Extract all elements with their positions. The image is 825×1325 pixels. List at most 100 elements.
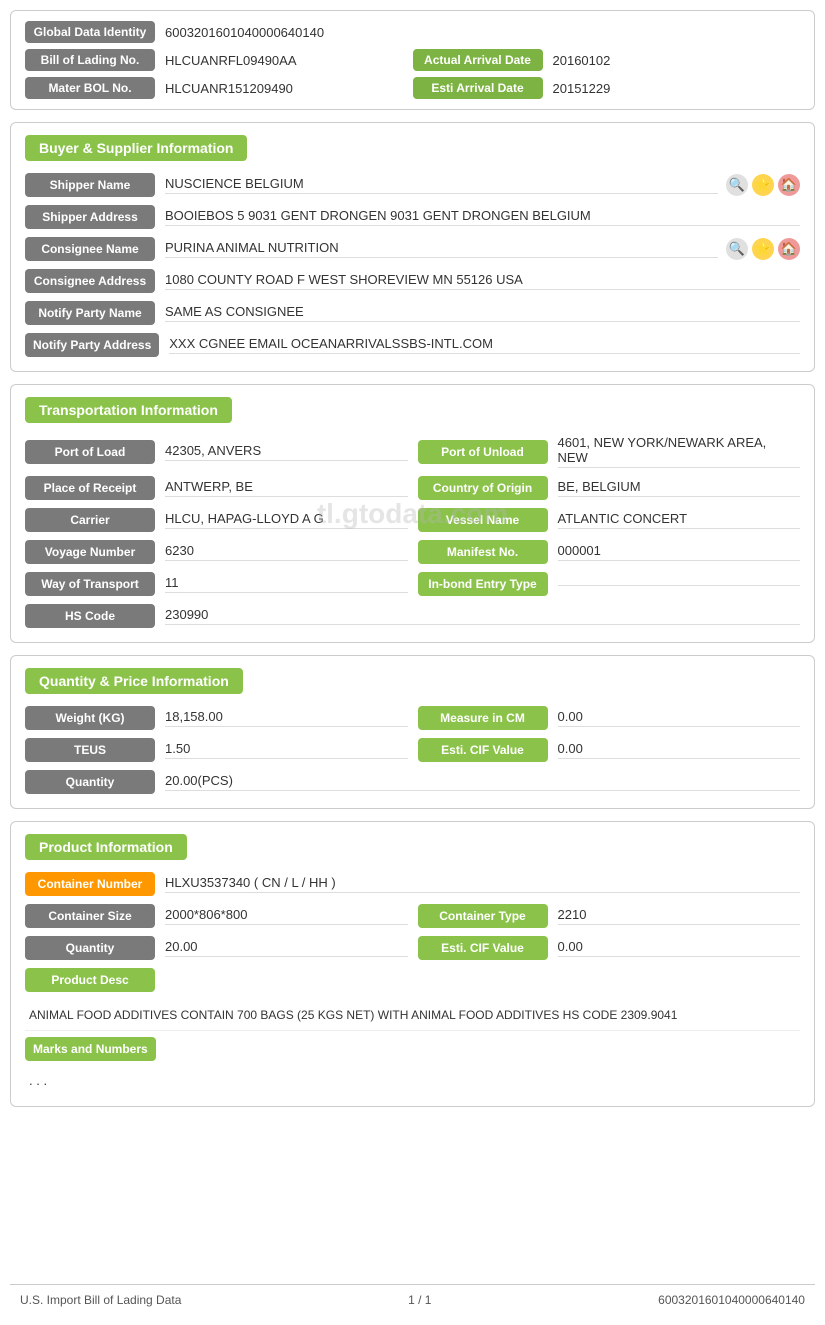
manifest-label: Manifest No. [418, 540, 548, 564]
container-size-label: Container Size [25, 904, 155, 928]
teus-col: TEUS 1.50 [25, 738, 408, 762]
hs-code-label: HS Code [25, 604, 155, 628]
product-qty-cif-row: Quantity 20.00 Esti. CIF Value 0.00 [25, 936, 800, 960]
mater-bol-value: HLCUANR151209490 [165, 81, 293, 96]
port-unload-col: Port of Unload 4601, NEW YORK/NEWARK ARE… [418, 435, 801, 468]
measure-value: 0.00 [558, 709, 801, 727]
way-inbond-row: Way of Transport 11 In-bond Entry Type [25, 572, 800, 596]
carrier-value: HLCU, HAPAG-LLOYD A G [165, 511, 408, 529]
manifest-col: Manifest No. 000001 [418, 540, 801, 564]
inbond-label: In-bond Entry Type [418, 572, 548, 596]
measure-col: Measure in CM 0.00 [418, 706, 801, 730]
container-type-value: 2210 [558, 907, 801, 925]
search-icon[interactable]: 🔍 [726, 174, 748, 196]
star-icon[interactable]: ⭐ [752, 174, 774, 196]
consignee-icons: 🔍 ⭐ 🏠 [726, 238, 800, 260]
esti-arrival-value: 20151229 [553, 81, 611, 96]
buyer-supplier-title: Buyer & Supplier Information [25, 135, 247, 161]
esti-cif-col: Esti. CIF Value 0.00 [418, 738, 801, 762]
product-qty-label: Quantity [25, 936, 155, 960]
shipper-name-row: Shipper Name NUSCIENCE BELGIUM 🔍 ⭐ 🏠 [25, 173, 800, 197]
receipt-origin-row: Place of Receipt ANTWERP, BE Country of … [25, 476, 800, 500]
way-transport-col: Way of Transport 11 [25, 572, 408, 596]
container-size-type-row: Container Size 2000*806*800 Container Ty… [25, 904, 800, 928]
actual-arrival-label: Actual Arrival Date [413, 49, 543, 71]
inbond-col: In-bond Entry Type [418, 572, 801, 596]
shipper-address-row: Shipper Address BOOIEBOS 5 9031 GENT DRO… [25, 205, 800, 229]
container-size-value: 2000*806*800 [165, 907, 408, 925]
teus-cif-row: TEUS 1.50 Esti. CIF Value 0.00 [25, 738, 800, 762]
quantity-row: Quantity 20.00(PCS) [25, 770, 800, 794]
bol-value: HLCUANRFL09490AA [165, 53, 297, 68]
container-size-col: Container Size 2000*806*800 [25, 904, 408, 928]
home-icon[interactable]: 🏠 [778, 174, 800, 196]
container-type-col: Container Type 2210 [418, 904, 801, 928]
product-cif-label: Esti. CIF Value [418, 936, 548, 960]
quantity-price-title: Quantity & Price Information [25, 668, 243, 694]
container-number-row: Container Number HLXU3537340 ( CN / L / … [25, 872, 800, 896]
consignee-address-row: Consignee Address 1080 COUNTY ROAD F WES… [25, 269, 800, 293]
carrier-vessel-row: Carrier HLCU, HAPAG-LLOYD A G Vessel Nam… [25, 508, 800, 532]
country-origin-label: Country of Origin [418, 476, 548, 500]
quantity-label: Quantity [25, 770, 155, 794]
place-receipt-col: Place of Receipt ANTWERP, BE [25, 476, 408, 500]
page-footer: U.S. Import Bill of Lading Data 1 / 1 60… [10, 1284, 815, 1315]
footer-center: 1 / 1 [408, 1293, 431, 1307]
voyage-value: 6230 [165, 543, 408, 561]
product-desc-btn-row: Product Desc [25, 968, 800, 992]
product-desc-label[interactable]: Product Desc [25, 968, 155, 992]
product-info-section: Product Information Container Number HLX… [10, 821, 815, 1107]
consignee-name-value: PURINA ANIMAL NUTRITION [165, 240, 718, 258]
actual-arrival-value: 20160102 [553, 53, 611, 68]
footer-left: U.S. Import Bill of Lading Data [20, 1293, 181, 1307]
measure-label: Measure in CM [418, 706, 548, 730]
product-desc-value: ANIMAL FOOD ADDITIVES CONTAIN 700 BAGS (… [25, 1000, 800, 1031]
place-receipt-value: ANTWERP, BE [165, 479, 408, 497]
shipper-icons: 🔍 ⭐ 🏠 [726, 174, 800, 196]
weight-col: Weight (KG) 18,158.00 [25, 706, 408, 730]
port-unload-label: Port of Unload [418, 440, 548, 464]
container-number-label: Container Number [25, 872, 155, 896]
place-receipt-label: Place of Receipt [25, 476, 155, 500]
marks-label[interactable]: Marks and Numbers [25, 1037, 156, 1061]
shipper-name-label: Shipper Name [25, 173, 155, 197]
consignee-home-icon[interactable]: 🏠 [778, 238, 800, 260]
shipper-name-value: NUSCIENCE BELGIUM [165, 176, 718, 194]
voyage-label: Voyage Number [25, 540, 155, 564]
country-origin-col: Country of Origin BE, BELGIUM [418, 476, 801, 500]
esti-arrival-right: Esti Arrival Date 20151229 [413, 77, 801, 99]
vessel-name-col: Vessel Name ATLANTIC CONCERT [418, 508, 801, 532]
notify-party-name-value: SAME AS CONSIGNEE [165, 304, 800, 322]
notify-party-address-value: XXX CGNEE EMAIL OCEANARRIVALSSBS-INTL.CO… [169, 336, 800, 354]
product-cif-col: Esti. CIF Value 0.00 [418, 936, 801, 960]
transportation-section: Transportation Information tl.gtodata.co… [10, 384, 815, 643]
consignee-search-icon[interactable]: 🔍 [726, 238, 748, 260]
mater-bol-label: Mater BOL No. [25, 77, 155, 99]
inbond-value [558, 583, 801, 586]
shipper-address-label: Shipper Address [25, 205, 155, 229]
carrier-col: Carrier HLCU, HAPAG-LLOYD A G [25, 508, 408, 532]
product-info-title: Product Information [25, 834, 187, 860]
vessel-name-label: Vessel Name [418, 508, 548, 532]
consignee-address-label: Consignee Address [25, 269, 155, 293]
product-qty-value: 20.00 [165, 939, 408, 957]
way-transport-value: 11 [165, 575, 408, 593]
consignee-name-row: Consignee Name PURINA ANIMAL NUTRITION 🔍… [25, 237, 800, 261]
transportation-title: Transportation Information [25, 397, 232, 423]
global-identity-value: 60032016010400006401​40 [165, 25, 324, 40]
hs-code-value: 230990 [165, 607, 800, 625]
port-load-unload-row: Port of Load 42305, ANVERS Port of Unloa… [25, 435, 800, 468]
bol-left: Bill of Lading No. HLCUANRFL09490AA [25, 49, 413, 71]
notify-party-address-label: Notify Party Address [25, 333, 159, 357]
port-unload-value: 4601, NEW YORK/NEWARK AREA, NEW [558, 435, 801, 468]
esti-cif-value: 0.00 [558, 741, 801, 759]
weight-value: 18,158.00 [165, 709, 408, 727]
marks-btn-row: Marks and Numbers [25, 1037, 800, 1061]
product-qty-col: Quantity 20.00 [25, 936, 408, 960]
esti-arrival-label: Esti Arrival Date [413, 77, 543, 99]
voyage-manifest-row: Voyage Number 6230 Manifest No. 000001 [25, 540, 800, 564]
voyage-col: Voyage Number 6230 [25, 540, 408, 564]
consignee-star-icon[interactable]: ⭐ [752, 238, 774, 260]
weight-label: Weight (KG) [25, 706, 155, 730]
notify-party-name-row: Notify Party Name SAME AS CONSIGNEE [25, 301, 800, 325]
